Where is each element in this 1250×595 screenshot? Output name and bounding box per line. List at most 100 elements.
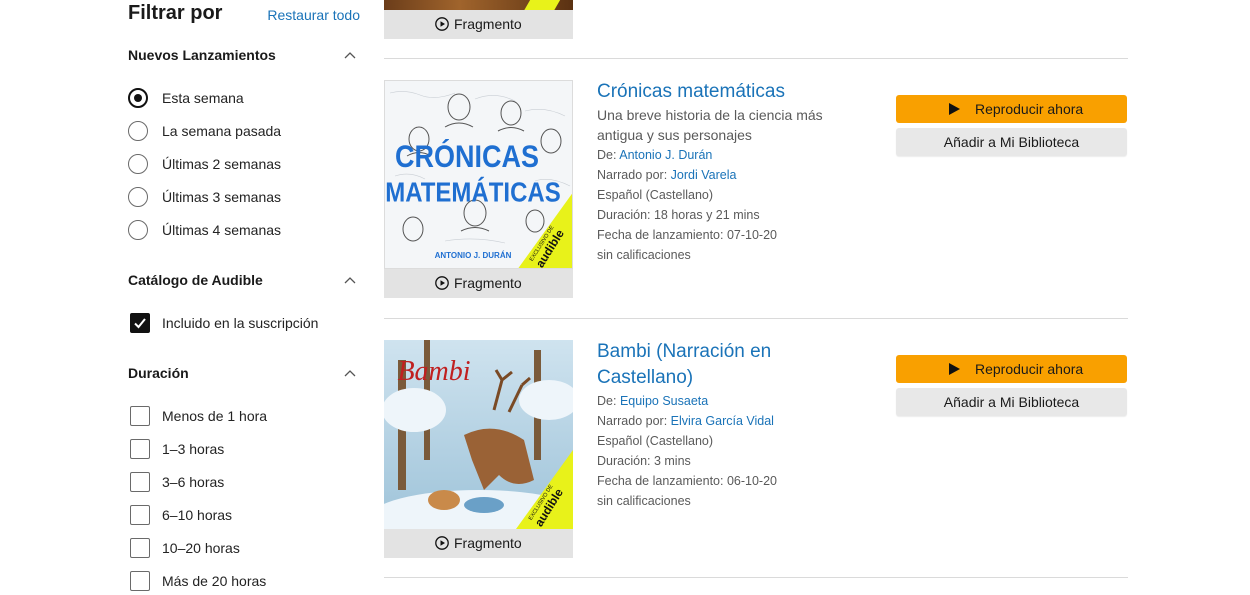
author-row: De: Equipo Susaeta [597,394,708,408]
radio-label: Esta semana [162,90,244,106]
chevron-up-icon[interactable] [344,51,356,61]
checkbox-label: Más de 20 horas [162,573,267,589]
play-icon [949,103,960,115]
narrator-row: Narrado por: Jordi Varela [597,168,736,182]
divider [384,318,1128,319]
fragment-button[interactable]: Fragmento [384,529,573,558]
section-title: Catálogo de Audible [128,272,263,288]
radio-label: Últimas 3 semanas [162,189,282,205]
play-now-button[interactable]: Reproducir ahora [896,95,1127,123]
checkbox-option[interactable]: 1–3 horas [128,437,360,463]
product-cover[interactable]: CRÓNICAS MATEMÁTICAS ANTONIO J. DURÁN EX… [384,80,573,298]
section-duration[interactable]: Duración [128,365,360,385]
play-icon [949,363,960,375]
chevron-up-icon[interactable] [344,276,356,286]
checkbox[interactable] [130,406,150,426]
section-title: Nuevos Lanzamientos [128,47,276,63]
section-new-releases[interactable]: Nuevos Lanzamientos [128,47,360,67]
radio-button[interactable] [128,154,148,174]
fragment-button[interactable]: Fragmento [384,10,573,39]
language-text: Español (Castellano) [597,188,714,202]
divider [384,58,1128,59]
radio-option[interactable]: La semana pasada [128,119,360,145]
cover-image[interactable]: Bambi EXCLUSIVO DE audible [384,340,573,529]
checkbox-option[interactable]: Menos de 1 hora [128,404,360,430]
play-now-button[interactable]: Reproducir ahora [896,355,1127,383]
divider [384,577,1128,578]
add-to-library-button[interactable]: Añadir a Mi Biblioteca [896,388,1127,416]
narrator-link[interactable]: Jordi Varela [671,168,737,182]
checkbox-label: Menos de 1 hora [162,408,268,424]
reset-filters-link[interactable]: Restaurar todo [267,7,360,23]
checkbox-option[interactable]: 10–20 horas [128,536,360,562]
radio-label: Últimas 2 semanas [162,156,282,172]
checkbox-label: 10–20 horas [162,540,240,556]
radio-label: Últimas 4 semanas [162,222,282,238]
cover-image[interactable]: CRÓNICAS MATEMÁTICAS ANTONIO J. DURÁN EX… [384,80,573,269]
checkbox-option[interactable]: Incluido en la suscripción [128,311,360,337]
fragment-label: Fragmento [454,535,522,551]
radio-button[interactable] [128,220,148,240]
radio-option[interactable]: Últimas 2 semanas [128,152,360,178]
checkbox-label: Incluido en la suscripción [162,315,319,331]
checkbox-option[interactable]: 3–6 horas [128,470,360,496]
radio-option[interactable]: Esta semana [128,86,360,112]
product-cover[interactable]: Bambi EXCLUSIVO DE audible Fragmento [384,340,573,558]
rating-text: sin calificaciones [597,494,691,508]
checkbox-label: 6–10 horas [162,507,233,523]
checkbox[interactable] [130,538,150,558]
release-date-text: Fecha de lanzamiento: 07-10-20 [597,228,777,242]
svg-text:Bambi: Bambi [397,356,470,387]
add-to-library-button[interactable]: Añadir a Mi Biblioteca [896,128,1127,156]
bambi-cover-art: Bambi EXCLUSIVO DE audible [384,340,573,529]
svg-text:MATEMÁTICAS: MATEMÁTICAS [385,177,561,208]
filter-header: Filtrar por Restaurar todo [128,2,360,28]
play-now-label: Reproducir ahora [975,361,1084,377]
product-title-link[interactable]: Crónicas matemáticas [597,79,827,105]
checkbox-label: 1–3 horas [162,441,225,457]
product-title-link[interactable]: Bambi (Narración en Castellano) [597,339,827,391]
section-catalog[interactable]: Catálogo de Audible [128,272,360,292]
fragment-label: Fragmento [454,16,522,32]
release-date-text: Fecha de lanzamiento: 06-10-20 [597,474,777,488]
add-to-library-label: Añadir a Mi Biblioteca [943,134,1080,150]
radio-button[interactable] [128,187,148,207]
checkbox-label: 3–6 horas [162,474,225,490]
author-row: De: Antonio J. Durán [597,148,712,162]
product-subtitle: Una breve historia de la ciencia más ant… [597,107,823,143]
play-circle-icon [435,276,449,290]
checkbox[interactable] [130,571,150,591]
radio-label: La semana pasada [162,123,282,139]
math-cover-art: CRÓNICAS MATEMÁTICAS ANTONIO J. DURÁN EX… [385,91,572,268]
author-link[interactable]: Equipo Susaeta [620,394,708,408]
rating-text: sin calificaciones [597,248,691,262]
checkmark-icon [134,318,146,329]
author-prefix: De: [597,148,617,162]
duration-text: Duración: 3 mins [597,454,691,468]
play-now-label: Reproducir ahora [975,101,1084,117]
radio-button[interactable] [128,121,148,141]
author-link[interactable]: Antonio J. Durán [619,148,712,162]
checkbox[interactable] [130,472,150,492]
previous-cover: Fragmento [384,0,573,39]
radio-option[interactable]: Últimas 4 semanas [128,218,360,244]
narrator-prefix: Narrado por: [597,414,668,428]
radio-option[interactable]: Últimas 3 semanas [128,185,360,211]
svg-text:CRÓNICAS: CRÓNICAS [395,138,539,174]
play-circle-icon [435,17,449,31]
play-circle-icon [435,536,449,550]
checkbox[interactable] [130,505,150,525]
checkbox[interactable] [130,439,150,459]
checkbox-option[interactable]: 6–10 horas [128,503,360,529]
checkbox-checked[interactable] [130,313,150,333]
language-text: Español (Castellano) [597,434,714,448]
author-prefix: De: [597,394,617,408]
fragment-label: Fragmento [454,275,522,291]
fragment-button[interactable]: Fragmento [384,269,573,298]
chevron-up-icon[interactable] [344,369,356,379]
checkbox-option[interactable]: Más de 20 horas [128,569,360,595]
narrator-link[interactable]: Elvira García Vidal [671,414,774,428]
narrator-prefix: Narrado por: [597,168,668,182]
cover-image [384,0,573,10]
radio-button-selected[interactable] [128,88,148,108]
